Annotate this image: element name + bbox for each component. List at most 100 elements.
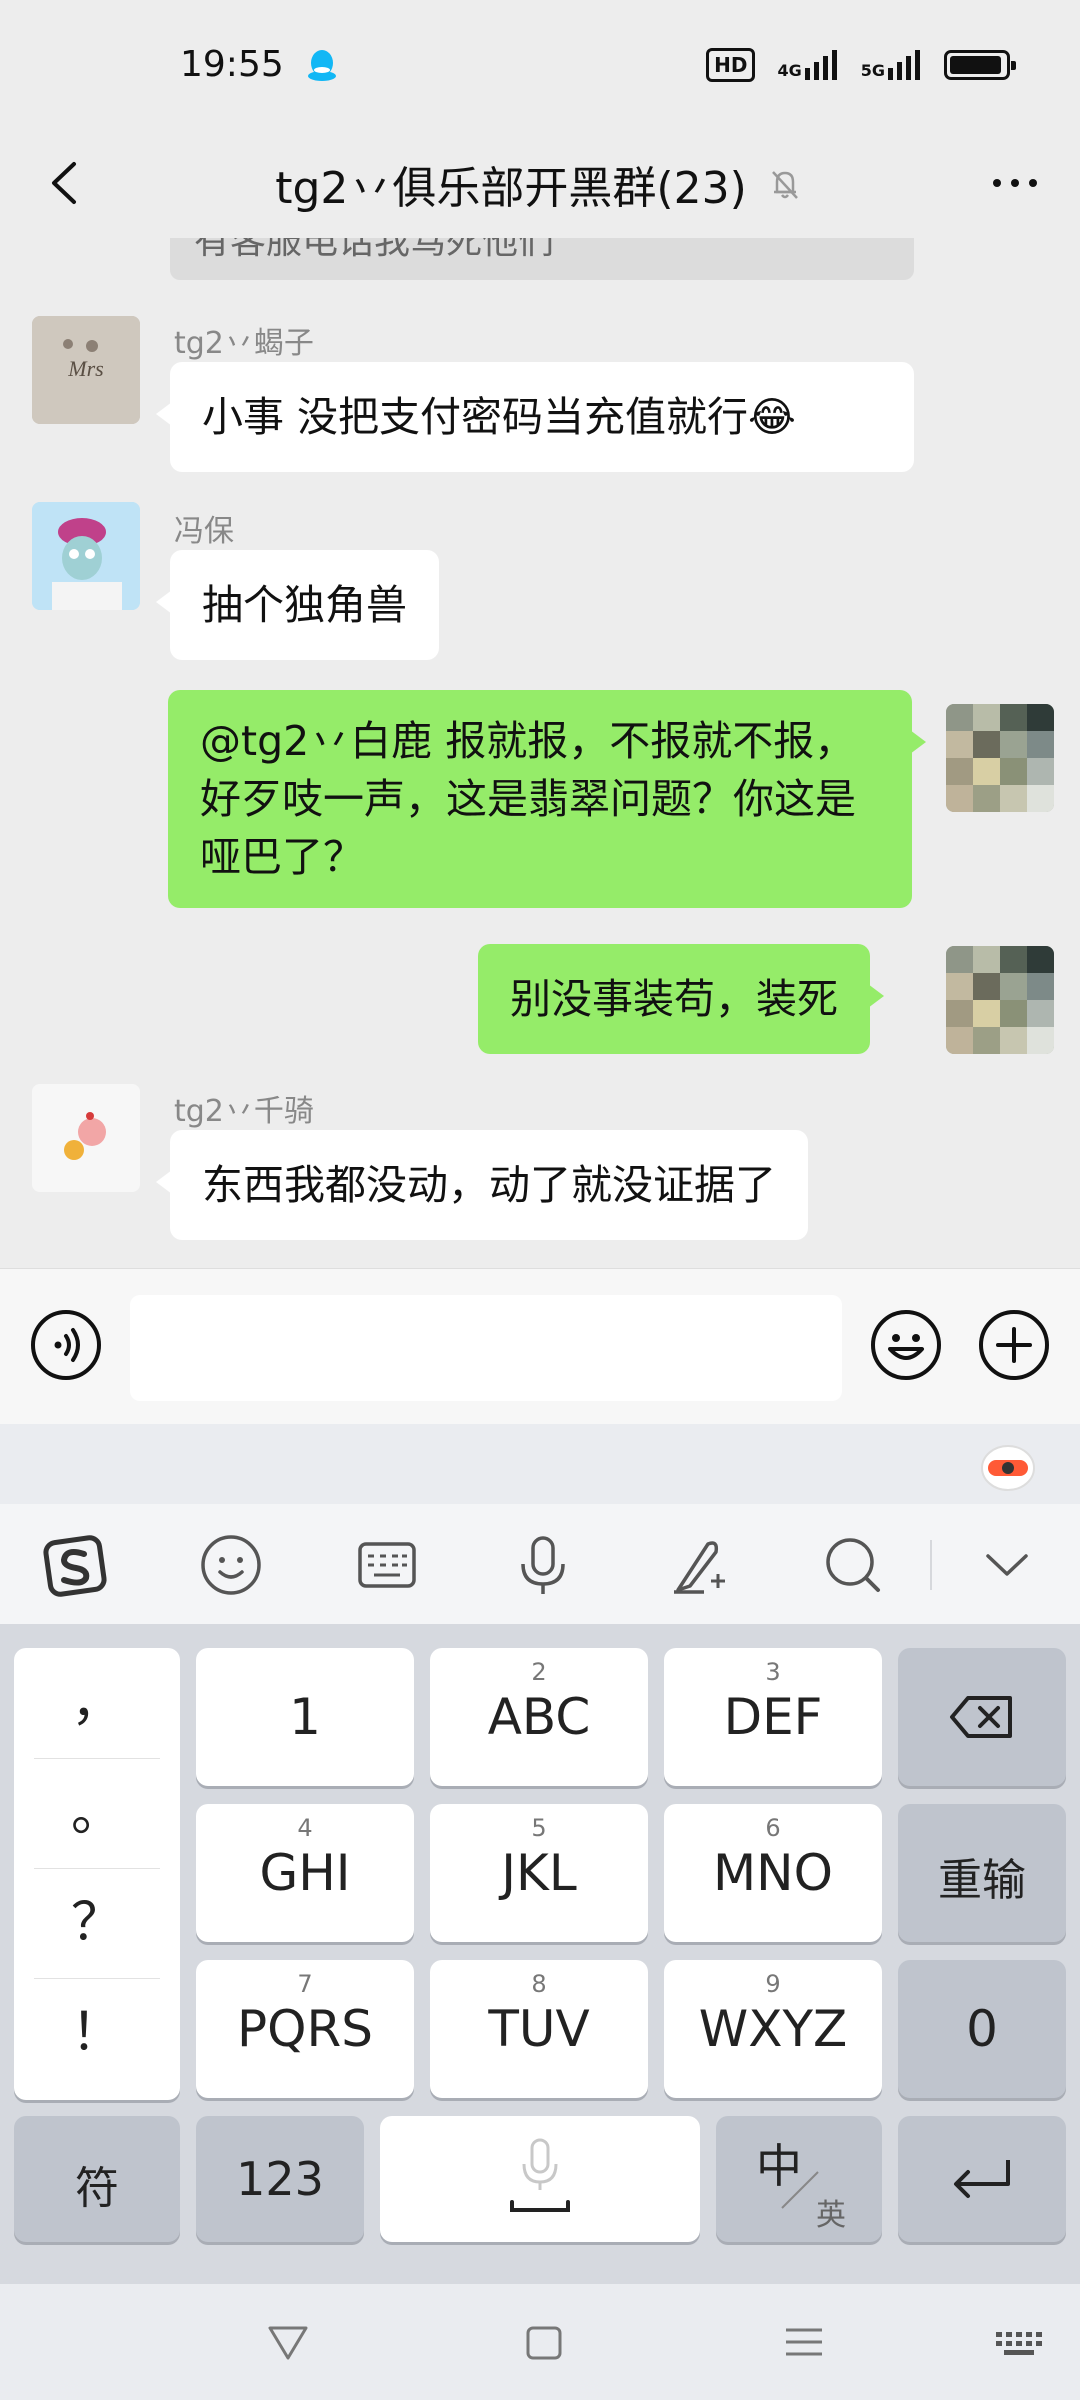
key-sub: 8 [531, 1970, 547, 1998]
keyboard-toolbar [0, 1504, 1080, 1624]
battery-level [950, 56, 1002, 74]
keyboard-icon[interactable] [352, 1530, 422, 1600]
sender-name: tg2丷千骑 [174, 1094, 314, 1129]
battery-icon [944, 50, 1016, 80]
lang-sub: 英 [816, 2198, 846, 2233]
key-sub: 2 [531, 1658, 547, 1686]
mute-bell-icon [771, 171, 798, 199]
status-indicators: HD 4G 5G [706, 48, 1016, 82]
avatar-scorpion[interactable]: Mrs [32, 316, 140, 424]
status-time: 19:55 [180, 44, 284, 85]
key-4-ghi[interactable]: 4 GHI [196, 1804, 414, 1942]
language-switch-key[interactable]: 中 英 [716, 2116, 882, 2242]
key-1[interactable]: 1 [196, 1648, 414, 1786]
punct-key[interactable]: 。 [14, 1758, 180, 1868]
nav-menu-icon[interactable] [774, 2312, 834, 2372]
key-3-def[interactable]: 3 DEF [664, 1648, 882, 1786]
key-6-mno[interactable]: 6 MNO [664, 1804, 882, 1942]
key-sub: 7 [297, 1970, 313, 1998]
punct-key[interactable]: ？ [14, 1868, 180, 1978]
symbol-key[interactable]: 符 [14, 2116, 180, 2242]
key-sub: 4 [297, 1814, 313, 1842]
number-key[interactable]: 123 [196, 2116, 364, 2242]
sogou-logo-icon[interactable] [40, 1530, 110, 1600]
nav-back-icon[interactable] [258, 2312, 318, 2372]
message-bubble-in[interactable]: 小事 没把支付密码当充值就行😂 [156, 362, 914, 472]
signal-4g: 4G [777, 50, 838, 80]
plus-icon[interactable] [978, 1309, 1050, 1381]
key-main: DEF [723, 1688, 823, 1746]
signal-4g-label: 4G [777, 61, 802, 80]
key-main: WXYZ [698, 2000, 848, 2058]
voice-icon[interactable] [30, 1309, 102, 1381]
avatar-self[interactable] [946, 704, 1054, 812]
key-main: ABC [487, 1688, 591, 1746]
title-bar: tg2丷俱乐部开黑群(23) [0, 130, 1080, 238]
key-main: JKL [501, 1844, 577, 1902]
nav-keyboard-icon[interactable] [990, 2312, 1050, 2372]
toolbar-separator [930, 1540, 932, 1590]
smiley-icon[interactable] [196, 1530, 266, 1600]
previous-message-partial: 有客服电话我骂死他们 [170, 238, 914, 280]
key-2-abc[interactable]: 2 ABC [430, 1648, 648, 1786]
message-bubble-out[interactable]: 别没事装苟，装死 [478, 944, 884, 1054]
key-sub: 5 [531, 1814, 547, 1842]
chat-area[interactable]: 有客服电话我骂死他们 Mrs tg2丷蝎子 小事 没把支付密码当充值就行😂 冯保… [0, 238, 1080, 1268]
key-sub: 3 [765, 1658, 781, 1686]
avatar-self[interactable] [946, 946, 1054, 1054]
key-main: 1 [289, 1688, 321, 1746]
key-7-pqrs[interactable]: 7 PQRS [196, 1960, 414, 2098]
hd-badge: HD [706, 48, 756, 82]
signal-5g-label: 5G [860, 61, 885, 80]
handwriting-icon[interactable] [664, 1530, 734, 1600]
enter-key[interactable] [898, 2116, 1066, 2242]
key-sub: 6 [765, 1814, 781, 1842]
message-bubble-out[interactable]: @tg2丷白鹿 报就报，不报就不报，好歹吱一声，这是翡翠问题？你这是哑巴了？ [168, 690, 926, 908]
key-main: 0 [966, 2000, 998, 2058]
key-8-tuv[interactable]: 8 TUV [430, 1960, 648, 2098]
nav-home-icon[interactable] [514, 2312, 574, 2372]
key-9-wxyz[interactable]: 9 WXYZ [664, 1960, 882, 2098]
key-main: 123 [236, 2152, 324, 2206]
chevron-down-icon[interactable] [972, 1530, 1042, 1600]
key-sub: 9 [765, 1970, 781, 1998]
sender-name: tg2丷蝎子 [174, 326, 314, 361]
space-key[interactable] [380, 2116, 700, 2242]
signal-bars-icon [804, 50, 837, 80]
key-main: TUV [488, 2000, 590, 2058]
message-input[interactable] [130, 1295, 842, 1401]
signal-bars-icon [888, 50, 920, 80]
punct-key[interactable]: ， [14, 1648, 180, 1758]
sender-name: 冯保 [174, 514, 234, 549]
key-main: PQRS [237, 2000, 373, 2058]
key-0[interactable]: 0 [898, 1960, 1066, 2098]
enter-icon [954, 2160, 1010, 2198]
key-main: 重输 [938, 1855, 1026, 1906]
search-icon[interactable] [818, 1530, 888, 1600]
key-5-jkl[interactable]: 5 JKL [430, 1804, 648, 1942]
mic-icon[interactable] [508, 1530, 578, 1600]
message-bubble-in[interactable]: 抽个独角兽 [156, 550, 439, 660]
message-bubble-in[interactable]: 东西我都没动，动了就没证据了 [156, 1130, 808, 1240]
key-main: MNO [713, 1844, 833, 1902]
emoji-icon[interactable] [870, 1309, 942, 1381]
punct-key[interactable]: ！ [14, 1978, 180, 2088]
chat-title-wrap: tg2丷俱乐部开黑群(23) [0, 152, 1080, 216]
key-main: 符 [75, 2163, 119, 2214]
more-icon[interactable] [980, 148, 1050, 218]
system-nav-bar [0, 2284, 1080, 2400]
chat-title: tg2丷俱乐部开黑群(23) [275, 163, 747, 214]
backspace-key[interactable] [898, 1648, 1066, 1786]
sogou-mascot-icon[interactable] [978, 1434, 1038, 1494]
space-mic-icon [510, 2138, 570, 2212]
reenter-key[interactable]: 重输 [898, 1804, 1066, 1942]
avatar-qianqi[interactable] [32, 1084, 140, 1192]
punctuation-column[interactable]: ， 。 ？ ！ [14, 1648, 180, 2100]
avatar-fengbao[interactable] [32, 502, 140, 610]
key-main: GHI [259, 1844, 351, 1902]
backspace-icon [950, 1696, 1012, 1738]
signal-5g: 5G [861, 50, 922, 80]
status-bar: 19:55 HD 4G 5G [0, 0, 1080, 130]
keypad: ， 。 ？ ！ 1 2 ABC 3 DEF 4 GHI 5 JKL 6 MNO … [0, 1624, 1080, 2284]
ime-keyboard: ， 。 ？ ！ 1 2 ABC 3 DEF 4 GHI 5 JKL 6 MNO … [0, 1424, 1080, 2284]
